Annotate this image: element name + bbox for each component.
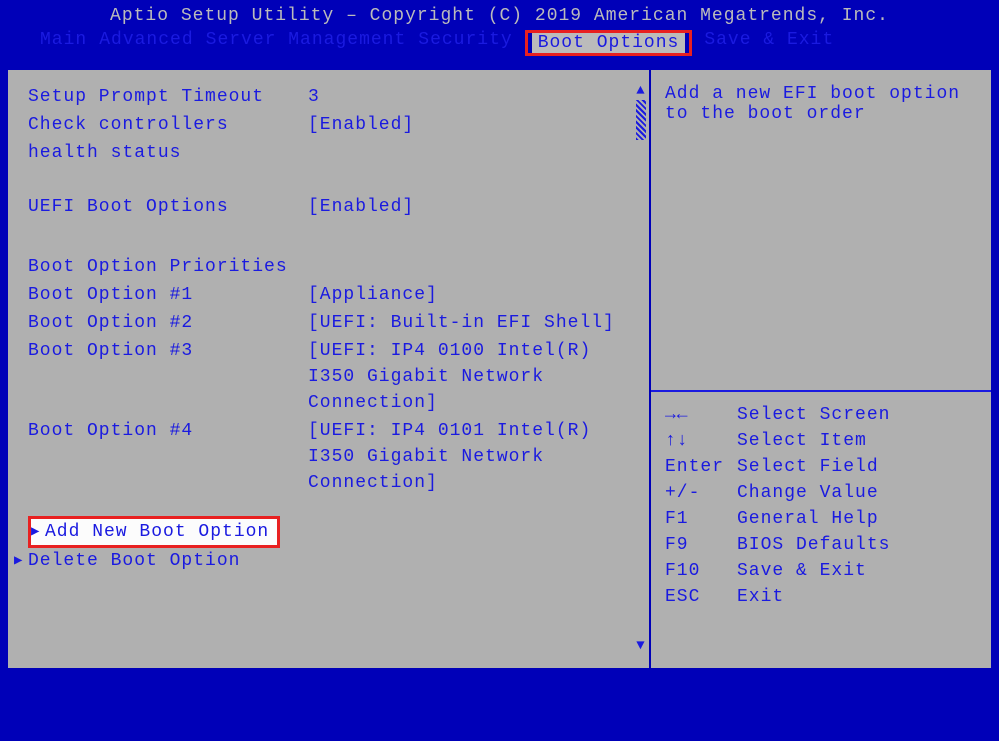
tab-boot-options[interactable]: Boot Options xyxy=(532,33,686,53)
setting-label: Boot Option #3 xyxy=(28,338,308,416)
setting-boot-option-4[interactable]: Boot Option #4 [UEFI: IP4 0101 Intel(R) … xyxy=(28,418,641,496)
hotkey-list: →← Select Screen ↑↓ Select Item Enter Se… xyxy=(665,402,977,654)
setting-value: [Enabled] xyxy=(308,112,641,138)
menu-label: Add New Boot Option xyxy=(45,519,269,545)
hotkey-change-value: +/- Change Value xyxy=(665,480,977,506)
tab-bar: Main Advanced Server Management Security… xyxy=(0,26,999,62)
setting-value: [UEFI: IP4 0100 Intel(R) I350 Gigabit Ne… xyxy=(308,338,641,416)
settings-pane: Setup Prompt Timeout 3 Check controllers… xyxy=(8,70,649,668)
setting-label: Boot Option #1 xyxy=(28,282,308,308)
hotkey-key: F10 xyxy=(665,558,737,584)
setting-boot-option-1[interactable]: Boot Option #1 [Appliance] xyxy=(28,282,641,308)
setting-health-status: health status xyxy=(28,140,641,166)
hotkey-key: F9 xyxy=(665,532,737,558)
tab-security[interactable]: Security xyxy=(418,30,512,56)
bios-footer xyxy=(0,678,999,738)
hotkey-key: Enter xyxy=(665,454,737,480)
bios-header: Aptio Setup Utility – Copyright (C) 2019… xyxy=(0,0,999,68)
hotkey-label: BIOS Defaults xyxy=(737,532,890,558)
hotkey-label: Select Field xyxy=(737,454,879,480)
setting-boot-option-3[interactable]: Boot Option #3 [UEFI: IP4 0100 Intel(R) … xyxy=(28,338,641,416)
hotkey-key: →← xyxy=(665,402,737,428)
setting-label: Setup Prompt Timeout xyxy=(28,84,308,110)
hotkey-bios-defaults: F9 BIOS Defaults xyxy=(665,532,977,558)
hotkey-exit: ESC Exit xyxy=(665,584,977,610)
help-text: Add a new EFI boot option to the boot or… xyxy=(665,84,977,124)
hotkey-select-screen: →← Select Screen xyxy=(665,402,977,428)
setting-label: Boot Option #4 xyxy=(28,418,308,496)
setting-label: health status xyxy=(28,140,308,166)
triangle-right-icon: ▶ xyxy=(31,519,45,545)
setting-value: [Enabled] xyxy=(308,194,641,220)
hotkey-select-field: Enter Select Field xyxy=(665,454,977,480)
scroll-up-icon: ▲ xyxy=(635,84,647,98)
tab-save-exit[interactable]: Save & Exit xyxy=(704,30,834,56)
tab-server-management[interactable]: Server Management xyxy=(206,30,407,56)
hotkey-save-exit: F10 Save & Exit xyxy=(665,558,977,584)
tab-main[interactable]: Main xyxy=(40,30,87,56)
setting-value: [UEFI: Built-in EFI Shell] xyxy=(308,310,641,336)
content-area: Setup Prompt Timeout 3 Check controllers… xyxy=(6,68,993,670)
menu-add-new-boot-option[interactable]: ▶ Add New Boot Option xyxy=(31,519,277,545)
setting-value: [UEFI: IP4 0101 Intel(R) I350 Gigabit Ne… xyxy=(308,418,641,496)
tab-advanced[interactable]: Advanced xyxy=(99,30,193,56)
setting-setup-prompt-timeout[interactable]: Setup Prompt Timeout 3 xyxy=(28,84,641,110)
setting-value: 3 xyxy=(308,84,641,110)
scroll-down-icon: ▼ xyxy=(635,638,647,654)
setting-check-controllers[interactable]: Check controllers [Enabled] xyxy=(28,112,641,138)
hotkey-label: Select Screen xyxy=(737,402,890,428)
hotkey-select-item: ↑↓ Select Item xyxy=(665,428,977,454)
hotkey-label: Change Value xyxy=(737,480,879,506)
menu-label: Delete Boot Option xyxy=(28,548,240,574)
menu-delete-boot-option[interactable]: ▶ Delete Boot Option xyxy=(14,548,641,574)
selection-highlight: ▶ Add New Boot Option xyxy=(28,516,280,548)
setting-label: Boot Option #2 xyxy=(28,310,308,336)
hotkey-label: Save & Exit xyxy=(737,558,867,584)
triangle-right-icon: ▶ xyxy=(14,548,28,574)
hotkey-label: General Help xyxy=(737,506,879,532)
setting-uefi-boot-options[interactable]: UEFI Boot Options [Enabled] xyxy=(28,194,641,220)
hotkey-key: ↑↓ xyxy=(665,428,737,454)
setting-label: Check controllers xyxy=(28,112,308,138)
hotkey-general-help: F1 General Help xyxy=(665,506,977,532)
section-boot-priorities: Boot Option Priorities xyxy=(28,254,641,280)
setting-boot-option-2[interactable]: Boot Option #2 [UEFI: Built-in EFI Shell… xyxy=(28,310,641,336)
hotkey-key: ESC xyxy=(665,584,737,610)
hotkey-label: Select Item xyxy=(737,428,867,454)
hotkey-label: Exit xyxy=(737,584,784,610)
help-pane: Add a new EFI boot option to the boot or… xyxy=(651,70,991,668)
tab-highlight: Boot Options xyxy=(525,30,693,56)
setting-label: UEFI Boot Options xyxy=(28,194,308,220)
hotkey-key: F1 xyxy=(665,506,737,532)
bios-title: Aptio Setup Utility – Copyright (C) 2019… xyxy=(0,6,999,26)
hotkey-key: +/- xyxy=(665,480,737,506)
scrollbar[interactable]: ▲ ▼ xyxy=(635,84,647,654)
help-divider xyxy=(651,390,991,392)
scroll-thumb xyxy=(636,100,646,140)
setting-value: [Appliance] xyxy=(308,282,641,308)
